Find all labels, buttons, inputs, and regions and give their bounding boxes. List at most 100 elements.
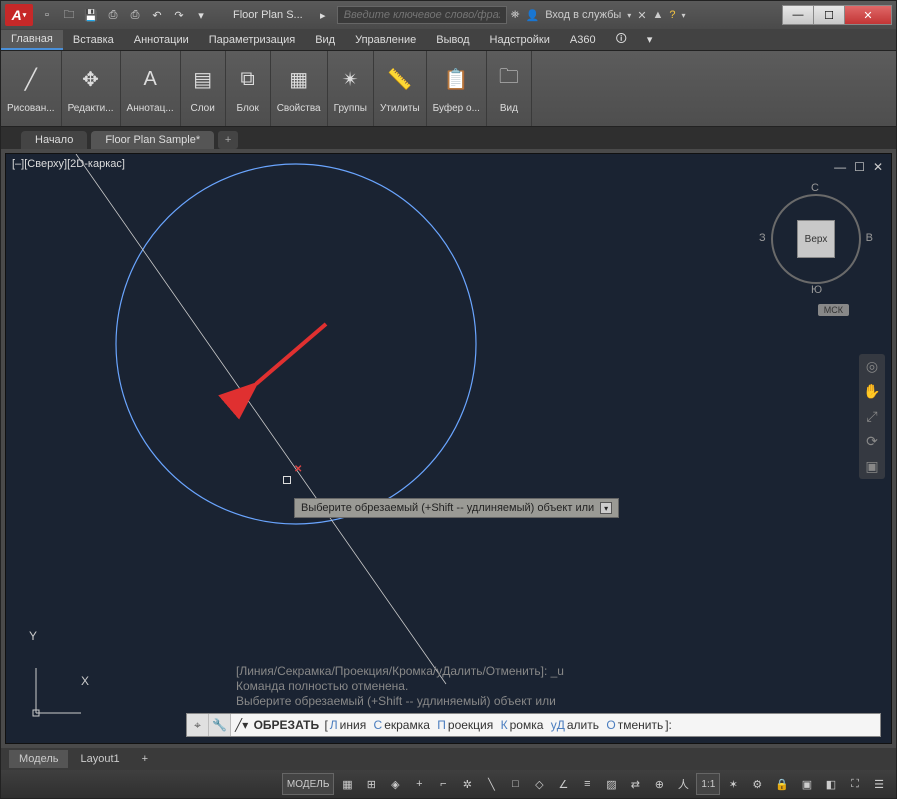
status-lock-icon[interactable]: 🔒	[770, 773, 794, 795]
nav-wheel-icon[interactable]: ◎	[866, 358, 878, 375]
redo-icon[interactable]: ↷	[169, 5, 189, 25]
status-dyninput-icon[interactable]: +	[408, 773, 430, 795]
status-infer-icon[interactable]: ◈	[384, 773, 406, 795]
ribbon-clipboard[interactable]: 📋Буфер о...	[427, 51, 487, 126]
menu-output[interactable]: Вывод	[426, 31, 479, 49]
status-isodraft-icon[interactable]: ╲	[480, 773, 502, 795]
block-icon: ⧉	[232, 63, 264, 95]
tooltip-dropdown-icon[interactable]: ▾	[600, 502, 612, 514]
status-workspace-icon[interactable]: ⚙	[746, 773, 768, 795]
status-customize-icon[interactable]: ☰	[868, 773, 890, 795]
ribbon-layers[interactable]: ▤Слои	[181, 51, 226, 126]
viewcube-west[interactable]: З	[759, 232, 766, 244]
status-scale[interactable]: 1:1	[696, 773, 720, 795]
new-icon[interactable]: ▫	[37, 5, 57, 25]
status-modelspace[interactable]: МОДЕЛЬ	[282, 773, 334, 795]
menu-addins[interactable]: Надстройки	[480, 31, 560, 49]
status-transparency-icon[interactable]: ▨	[600, 773, 622, 795]
menu-minimize-icon[interactable]: ▾	[637, 30, 663, 49]
menu-manage[interactable]: Управление	[345, 31, 426, 49]
status-lineweight-icon[interactable]: ≡	[576, 773, 598, 795]
ribbon-groups[interactable]: ✴Группы	[328, 51, 374, 126]
wcs-badge[interactable]: МСК	[818, 304, 849, 316]
maximize-button[interactable]: ☐	[813, 5, 845, 25]
close-button[interactable]: ✕	[844, 5, 892, 25]
viewcube-east[interactable]: В	[866, 232, 873, 244]
viewcube-south[interactable]: Ю	[811, 284, 822, 296]
command-line[interactable]: ⌖ 🔧 ╱▾ ОБРЕЗАТЬ [ Линия Секрамка Проекци…	[186, 713, 881, 737]
qat-more-icon[interactable]: ▾	[191, 5, 211, 25]
menu-home[interactable]: Главная	[1, 30, 63, 50]
status-annovisibility-icon[interactable]: ✶	[722, 773, 744, 795]
doc-tab-current[interactable]: Floor Plan Sample*	[91, 131, 214, 149]
saveas-icon[interactable]: ⎙	[103, 5, 123, 25]
doc-tab-start[interactable]: Начало	[21, 131, 87, 149]
status-hardware-icon[interactable]: ▣	[796, 773, 818, 795]
ribbon-view[interactable]: 🗀Вид	[487, 51, 532, 126]
quick-access-toolbar: ▫ 🗀 💾 ⎙ ⎙ ↶ ↷ ▾	[37, 5, 211, 25]
help-icon[interactable]: ?	[669, 9, 675, 21]
status-ortho-icon[interactable]: ⌐	[432, 773, 454, 795]
signin-label[interactable]: Вход в службы	[545, 9, 621, 21]
ribbon-annotation[interactable]: AАннотац...	[121, 51, 181, 126]
layout-tabs: Модель Layout1 +	[1, 748, 896, 770]
viewcube-face-top[interactable]: Верх	[797, 220, 835, 258]
ucs-y-label: Y	[29, 629, 37, 643]
menu-annotate[interactable]: Аннотации	[124, 31, 199, 49]
save-icon[interactable]: 💾	[81, 5, 101, 25]
search-input[interactable]	[337, 6, 507, 24]
menu-view[interactable]: Вид	[305, 31, 345, 49]
layout-tab-model[interactable]: Модель	[9, 750, 68, 768]
ribbon-modify[interactable]: ✥Редакти...	[62, 51, 121, 126]
status-grid-icon[interactable]: ▦	[336, 773, 358, 795]
statusbar: МОДЕЛЬ ▦ ⊞ ◈ + ⌐ ✲ ╲ □ ◇ ∠ ≡ ▨ ⇄ ⊕ 人 1:1…	[1, 770, 896, 798]
ribbon-utilities[interactable]: 📏Утилиты	[374, 51, 427, 126]
cmd-options-icon[interactable]: 🔧	[209, 714, 231, 736]
nav-pan-icon[interactable]: ✋	[863, 383, 880, 400]
exchange-icon[interactable]: ✕	[637, 9, 646, 22]
layout-tab-layout1[interactable]: Layout1	[70, 750, 129, 768]
view-icon: 🗀	[493, 63, 525, 95]
status-cycling-icon[interactable]: ⇄	[624, 773, 646, 795]
help-dropdown-icon[interactable]: ▾	[682, 11, 686, 20]
nav-zoom-icon[interactable]: ⤢	[866, 408, 877, 425]
status-polar-icon[interactable]: ✲	[456, 773, 478, 795]
status-snap-icon[interactable]: ⊞	[360, 773, 382, 795]
status-osnap-icon[interactable]: □	[504, 773, 526, 795]
infocenter-icon[interactable]: ⛯	[511, 9, 520, 22]
open-icon[interactable]: 🗀	[59, 5, 79, 25]
viewcube-north[interactable]: С	[811, 182, 819, 194]
menu-parametric[interactable]: Параметризация	[199, 31, 305, 49]
menu-insert[interactable]: Вставка	[63, 31, 124, 49]
ribbon-draw[interactable]: ╱Рисован...	[1, 51, 62, 126]
menu-featured-icon[interactable]: 🛈	[606, 27, 637, 52]
line-object[interactable]	[76, 154, 446, 684]
layout-tab-add[interactable]: +	[132, 750, 158, 768]
nav-showmotion-icon[interactable]: ▣	[865, 458, 878, 475]
nav-orbit-icon[interactable]: ⟳	[866, 433, 878, 450]
print-icon[interactable]: ⎙	[125, 5, 145, 25]
viewcube[interactable]: Верх С Ю З В	[761, 184, 871, 294]
app-logo[interactable]: A	[5, 4, 33, 26]
ribbon-block[interactable]: ⧉Блок	[226, 51, 271, 126]
signin-dropdown-icon[interactable]: ▾	[627, 11, 631, 20]
cmd-recent-icon[interactable]: ⌖	[187, 714, 209, 736]
status-isolate-icon[interactable]: ◧	[820, 773, 842, 795]
title-dropdown-icon[interactable]: ▸	[313, 5, 333, 25]
status-annomonitor-icon[interactable]: ⊕	[648, 773, 670, 795]
status-cleanscreen-icon[interactable]: ⛶	[844, 773, 866, 795]
command-input[interactable]: ╱▾ ОБРЕЗАТЬ [ Линия Секрамка Проекция Кр…	[231, 718, 676, 732]
doc-tab-add[interactable]: +	[218, 131, 238, 149]
status-otrack-icon[interactable]: ∠	[552, 773, 574, 795]
app-window: A ▫ 🗀 💾 ⎙ ⎙ ↶ ↷ ▾ Floor Plan S... ▸ ⛯ 👤 …	[0, 0, 897, 799]
status-annoscale-icon[interactable]: 人	[672, 773, 694, 795]
drawing-canvas[interactable]: [–][Сверху][2D-каркас] — ☐ ✕ ✕ Выберите …	[5, 153, 892, 744]
status-3dosnap-icon[interactable]: ◇	[528, 773, 550, 795]
undo-icon[interactable]: ↶	[147, 5, 167, 25]
ribbon-properties[interactable]: ▦Свойства	[271, 51, 328, 126]
a360-icon[interactable]: ▲	[653, 9, 664, 21]
document-title: Floor Plan S...	[227, 9, 309, 21]
menu-a360[interactable]: A360	[560, 31, 606, 49]
signin-icon[interactable]: 👤	[526, 9, 540, 22]
minimize-button[interactable]: —	[782, 5, 814, 25]
